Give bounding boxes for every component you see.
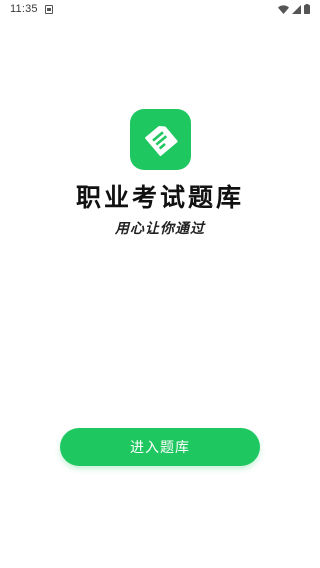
status-bar: 11:35 (0, 0, 320, 18)
app-slogan: 用心让你通过 (115, 221, 205, 237)
app-logo-icon (130, 109, 191, 170)
document-icon (144, 125, 178, 156)
signal-icon (292, 4, 301, 14)
wifi-icon (278, 4, 289, 14)
status-time: 11:35 (10, 3, 38, 15)
enter-question-bank-button[interactable]: 进入题库 (60, 428, 260, 466)
splash-screen: 11:35 职业考试题库 用心让你通过 进入题库 (0, 0, 320, 568)
status-right (278, 4, 310, 14)
notification-icon (44, 4, 53, 14)
app-title: 职业考试题库 (75, 183, 244, 212)
status-left: 11:35 (10, 3, 53, 15)
battery-icon (304, 4, 310, 14)
